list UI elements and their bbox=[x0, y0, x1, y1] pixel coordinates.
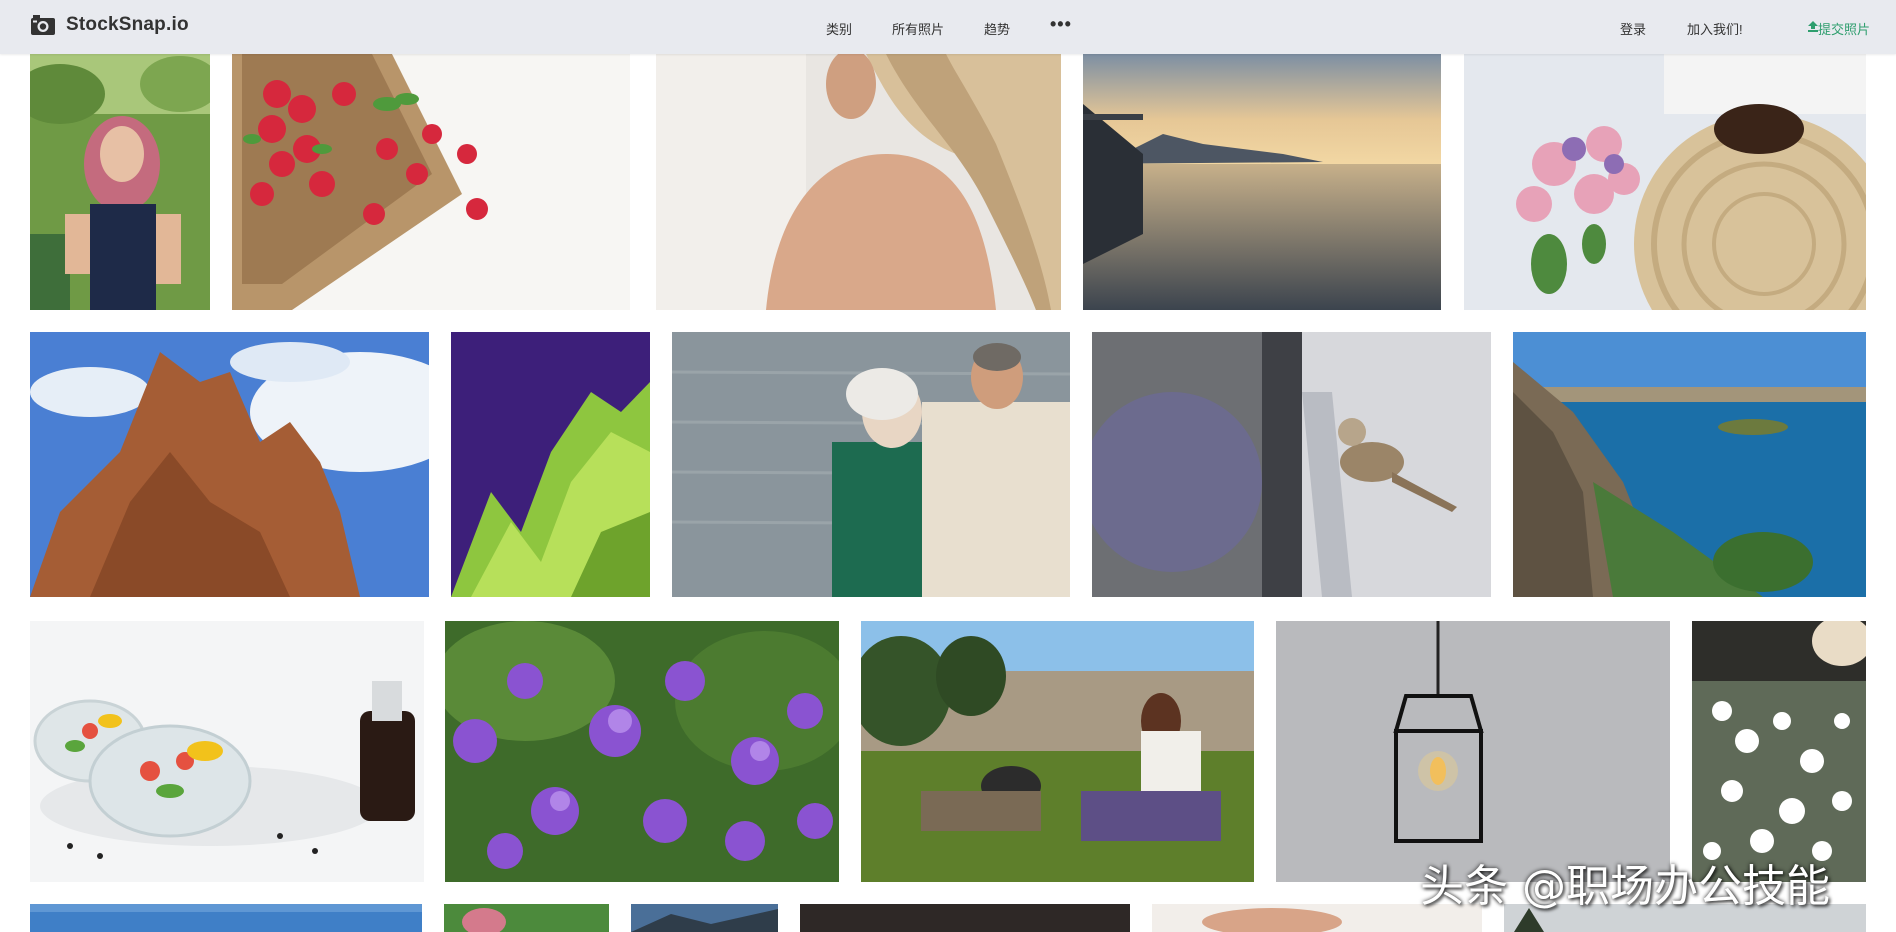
photo-green-plant-purple[interactable] bbox=[451, 332, 650, 597]
photo-raspberries-burlap[interactable] bbox=[232, 54, 630, 310]
photo-sunset-pier-lake[interactable] bbox=[1083, 54, 1441, 310]
photo-coastal-cliffs[interactable] bbox=[1513, 332, 1866, 597]
photo-couple-lawn-camera[interactable] bbox=[861, 621, 1254, 882]
nav-trending-link[interactable]: 趋势 bbox=[984, 19, 1010, 38]
nav-categories-link[interactable]: 类别 bbox=[826, 19, 852, 38]
photo-woman-park[interactable] bbox=[30, 54, 210, 310]
submit-photo-button[interactable]: 提交照片 bbox=[1808, 19, 1870, 37]
photo-red-rock-sky[interactable] bbox=[30, 332, 429, 597]
photo-blonde-hair-back[interactable] bbox=[656, 54, 1061, 310]
upload-icon bbox=[1808, 21, 1818, 32]
submit-photo-label: 提交照片 bbox=[1818, 22, 1871, 37]
photo-hanging-lantern[interactable] bbox=[1276, 621, 1670, 882]
more-menu-icon[interactable]: ••• bbox=[1050, 14, 1072, 35]
photo-row4-a[interactable] bbox=[30, 904, 422, 932]
watermark-text: 头条 @职场办公技能 bbox=[1420, 861, 1830, 912]
logo-text: StockSnap.io bbox=[66, 14, 189, 35]
photo-row4-c[interactable] bbox=[631, 904, 778, 932]
photo-gallery bbox=[0, 0, 1896, 932]
nav-all-photos-link[interactable]: 所有照片 bbox=[892, 19, 944, 38]
photo-purple-flowers[interactable] bbox=[445, 621, 839, 882]
join-link[interactable]: 加入我们! bbox=[1687, 19, 1743, 38]
photo-straw-bag-roses[interactable] bbox=[1464, 54, 1866, 310]
photo-white-blossoms[interactable] bbox=[1692, 621, 1866, 882]
photo-salad-bowls[interactable] bbox=[30, 621, 424, 882]
top-navbar: StockSnap.io 类别 所有照片 趋势 ••• 登录 加入我们! 提交照… bbox=[0, 0, 1896, 54]
photo-sparrow-railing[interactable] bbox=[1092, 332, 1491, 597]
photo-row4-d[interactable] bbox=[800, 904, 1130, 932]
photo-row4-b[interactable] bbox=[444, 904, 609, 932]
site-logo[interactable]: StockSnap.io bbox=[30, 14, 189, 36]
camera-icon bbox=[31, 15, 55, 35]
login-link[interactable]: 登录 bbox=[1620, 19, 1646, 38]
photo-elderly-couple-sea[interactable] bbox=[672, 332, 1070, 597]
